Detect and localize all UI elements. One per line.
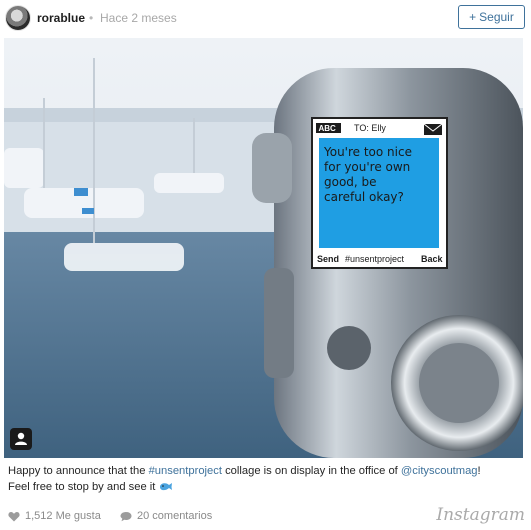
note-hashtag: #unsentproject [345, 254, 405, 264]
photo-scene: ABC TO: Elly You're too nice for you're … [4, 38, 523, 458]
caption-text-before: Happy to announce that the [8, 465, 149, 477]
caption-text-after: ! [477, 465, 481, 477]
username-link[interactable]: rorablue [37, 11, 85, 25]
post-time-ago[interactable]: Hace 2 meses [100, 11, 177, 25]
comments-count[interactable]: 20 comentarios [120, 510, 212, 522]
follow-button[interactable]: + Seguir [458, 5, 525, 29]
note-app-badge: ABC [319, 124, 337, 133]
svg-text:Send: Send [317, 254, 339, 264]
comment-icon [120, 511, 132, 521]
caption-mention-link[interactable]: @cityscoutmag [401, 465, 478, 477]
separator-dot: • [89, 11, 94, 25]
envelope-icon [423, 123, 443, 135]
note-message-line-4: careful okay? [324, 190, 404, 204]
caption-text-middle: collage is on display in the office of [221, 465, 401, 477]
note-message-line-2: for you're own [324, 160, 410, 174]
caption-hashtag-link[interactable]: #unsentproject [149, 465, 222, 477]
follow-label: Seguir [479, 10, 514, 24]
likes-label: 1,512 Me gusta [25, 510, 101, 522]
comments-label: 20 comentarios [137, 510, 213, 522]
post-caption: Happy to announce that the #unsentprojec… [8, 463, 524, 495]
note-back-label: Back [421, 254, 444, 264]
post-footer: 1,512 Me gusta 20 comentarios Instagram [0, 500, 531, 530]
post-photo[interactable]: ABC TO: Elly You're too nice for you're … [4, 38, 523, 458]
likes-count[interactable]: 1,512 Me gusta [8, 510, 101, 522]
note-send-label: Send [317, 254, 339, 264]
whale-emoji [159, 483, 172, 491]
note-to-line: TO: Elly [354, 123, 386, 133]
note-message-line-3: good, be [324, 175, 377, 189]
post-header: rorablue • Hace 2 meses + Seguir [0, 0, 531, 38]
plus-icon: + [469, 10, 477, 24]
instagram-logo[interactable]: Instagram [436, 505, 525, 525]
note-message-line-1: You're too nice [323, 145, 412, 159]
heart-icon [8, 511, 20, 521]
caption-line-2: Feel free to stop by and see it [8, 481, 156, 493]
avatar[interactable] [5, 5, 31, 31]
user-tag-icon[interactable] [10, 428, 32, 450]
